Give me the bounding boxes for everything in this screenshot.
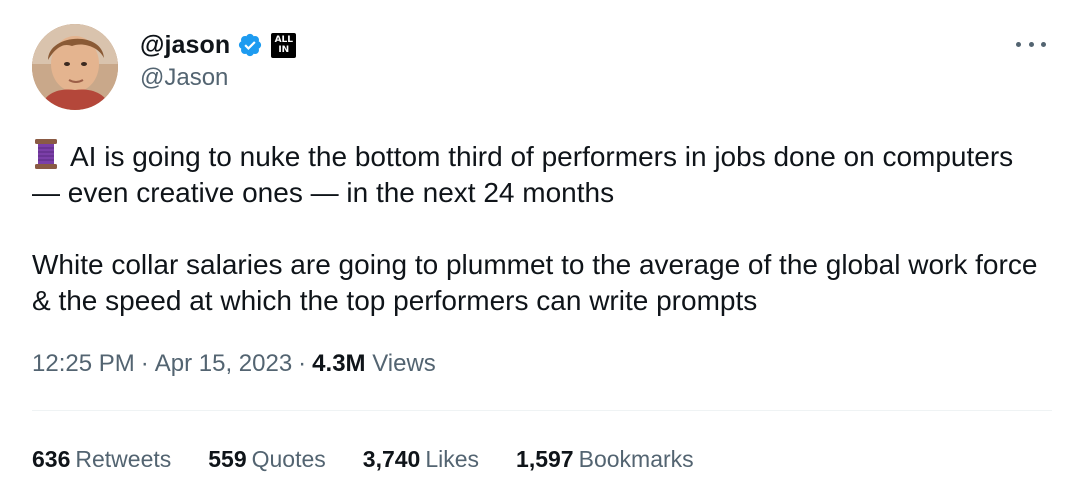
avatar-photo [32,24,118,110]
author-handle[interactable]: @Jason [140,64,228,92]
tweet-meta: 12:25 PM · Apr 15, 2023 · 4.3M Views [32,350,436,378]
engagement-stats: 636 Retweets 559 Quotes 3,740 Likes 1,597 Bo… [32,446,731,473]
tweet-time[interactable]: 12:25 PM [32,350,135,377]
tweet-paragraph-1-text: AI is going to nuke the bottom third of … [32,141,1014,208]
divider [32,410,1052,411]
affiliate-badge-line1: ALL [274,35,293,45]
more-options-icon[interactable] [1016,34,1046,54]
verified-badge-icon [237,32,263,58]
stat-count: 3,740 [362,446,421,472]
meta-separator: · [140,350,149,377]
author-name-row: @jason ALL IN [140,28,297,62]
tweet-paragraph-2: White collar salaries are going to plumm… [32,249,1038,316]
views-label: Views [372,350,436,377]
views-count: 4.3M [312,350,366,377]
meta-separator: · [298,350,307,377]
tweet-text: AI is going to nuke the bottom third of … [32,138,1042,319]
stat-label: Likes [425,446,480,472]
stat-retweets[interactable]: 636 Retweets [32,446,171,473]
stat-likes[interactable]: 3,740 Likes [363,446,479,473]
affiliate-badge-line2: IN [278,45,290,55]
stat-count: 636 [32,446,71,472]
stat-label: Retweets [75,446,172,472]
tweet-card: @jason ALL IN @Jason AI is going to nuke [0,0,1068,502]
stat-bookmarks[interactable]: 1,597 Bookmarks [516,446,694,473]
stat-count: 559 [208,446,247,472]
stat-label: Quotes [251,446,326,472]
affiliate-badge-icon[interactable]: ALL IN [271,32,297,58]
tweet-date[interactable]: Apr 15, 2023 [155,350,292,377]
author-display-name[interactable]: @jason [140,31,230,60]
avatar[interactable] [32,24,118,110]
stat-label: Bookmarks [578,446,694,472]
stat-count: 1,597 [516,446,574,472]
stat-quotes[interactable]: 559 Quotes [208,446,326,473]
spool-of-thread-emoji [32,138,60,170]
tweet-paragraph-1: AI is going to nuke the bottom third of … [32,138,1042,211]
